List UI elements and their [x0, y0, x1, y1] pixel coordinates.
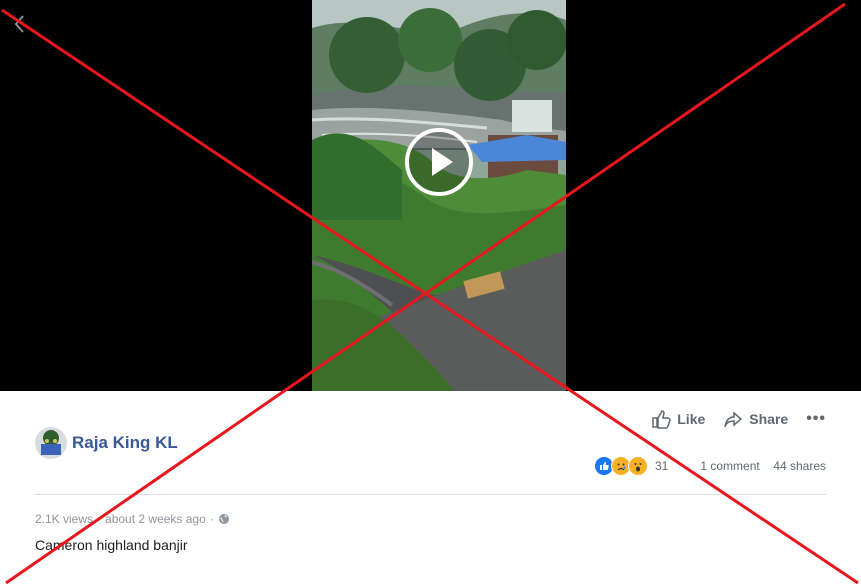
view-count: 2.1K views: [35, 512, 94, 526]
share-button[interactable]: Share: [723, 409, 788, 429]
post-time[interactable]: about 2 weeks ago: [105, 512, 206, 526]
post-caption: Cameron highland banjir: [35, 537, 188, 553]
avatar-image: [35, 427, 67, 459]
meta-separator: ·: [97, 512, 102, 526]
post-info: Raja King KL Like Share ••• 31 1 comment…: [0, 391, 861, 586]
chevron-left-icon[interactable]: [10, 12, 30, 36]
share-label: Share: [749, 411, 789, 427]
post-actions: Like Share •••: [651, 409, 826, 429]
avatar[interactable]: [35, 427, 67, 459]
divider: [35, 494, 826, 495]
globe-icon: [218, 514, 229, 524]
share-count[interactable]: 44 shares: [773, 459, 826, 473]
like-label: Like: [677, 411, 706, 427]
post-meta: 2.1K views · about 2 weeks ago ·: [35, 512, 230, 526]
share-icon: [724, 411, 743, 428]
reaction-count[interactable]: 31: [655, 459, 668, 473]
wow-reaction-icon: [628, 456, 648, 476]
meta-separator-2: ·: [209, 512, 214, 526]
video-player[interactable]: [0, 0, 861, 391]
more-options-icon[interactable]: •••: [806, 410, 826, 428]
comment-count[interactable]: 1 comment: [700, 459, 759, 473]
post-author[interactable]: Raja King KL: [72, 433, 178, 453]
play-icon[interactable]: [403, 126, 475, 198]
reactions[interactable]: [594, 456, 648, 476]
like-icon: [652, 410, 672, 429]
post-stats: 31 1 comment 44 shares: [594, 455, 826, 477]
like-button[interactable]: Like: [651, 409, 705, 429]
